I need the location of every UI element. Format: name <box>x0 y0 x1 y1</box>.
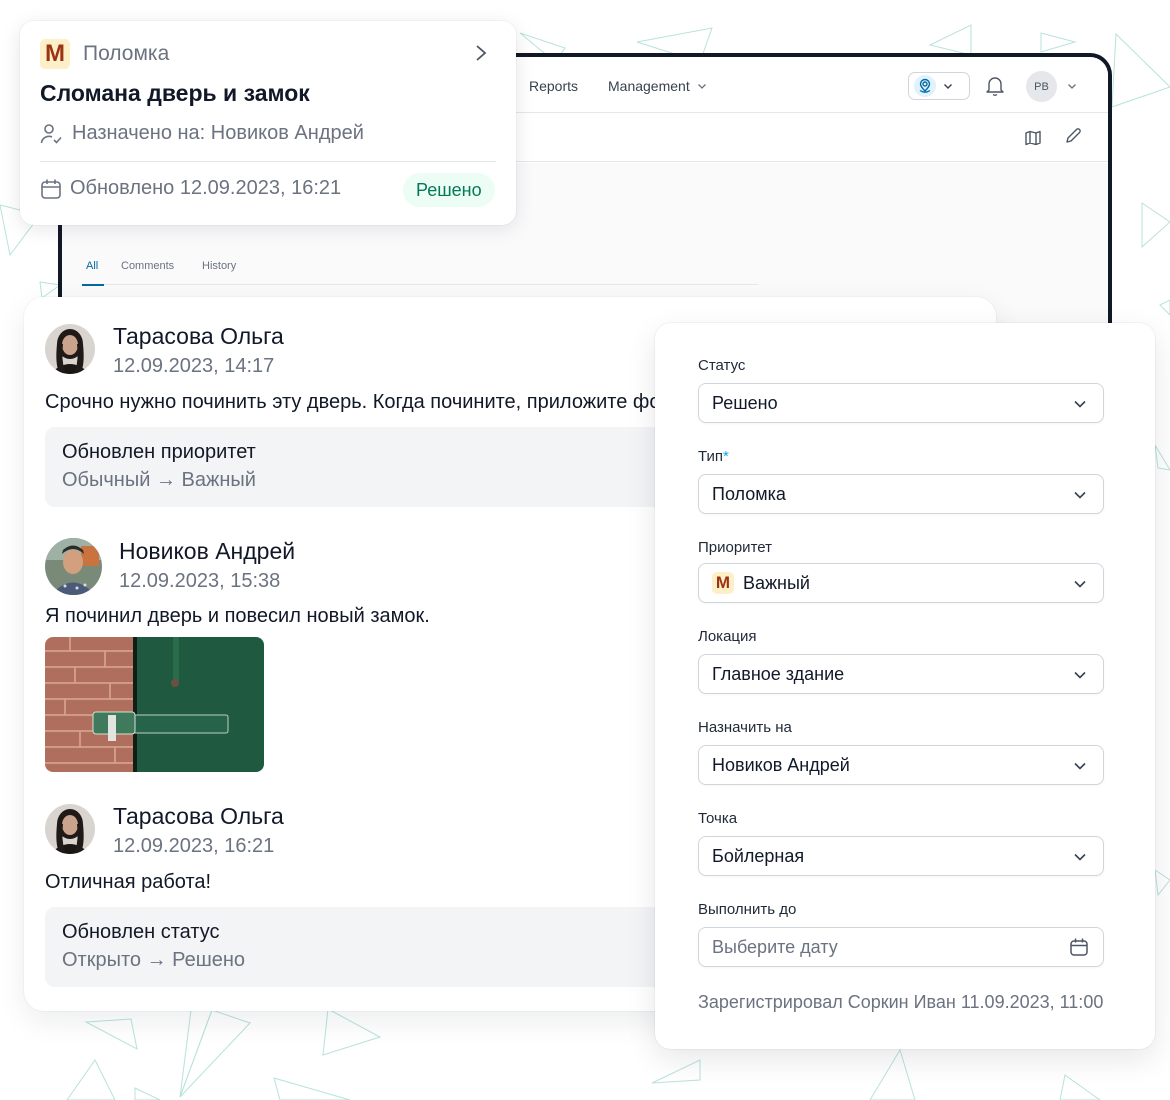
avatar <box>45 804 95 854</box>
status-label: Статус <box>698 357 746 374</box>
location-selector[interactable] <box>908 72 970 100</box>
priority-badge: M <box>40 39 70 69</box>
type-label: Тип* <box>698 448 729 465</box>
history-title: Обновлен приоритет <box>62 441 256 463</box>
comment-text: Срочно нужно починить эту дверь. Когда п… <box>45 391 681 413</box>
ticket-type: Поломка <box>83 42 170 65</box>
required-mark: * <box>723 448 729 465</box>
point-value: Бойлерная <box>712 845 805 866</box>
user-check-icon <box>40 123 62 144</box>
chevron-down-icon <box>1074 491 1086 499</box>
bell-icon[interactable] <box>985 75 1005 97</box>
assignee-label: Назначить на <box>698 719 792 736</box>
chevron-down-icon <box>1074 580 1086 588</box>
chevron-right-icon[interactable] <box>472 43 490 63</box>
priority-badge: M <box>712 572 734 594</box>
user-avatar[interactable]: PB <box>1026 71 1057 102</box>
active-tab-indicator <box>82 284 104 286</box>
comment-author: Тарасова Ольга <box>113 803 284 829</box>
chevron-down-icon <box>1074 671 1086 679</box>
history-change: Обычный → Важный <box>62 469 256 491</box>
due-date-placeholder: Выберите дату <box>712 936 838 957</box>
comment-text: Я починил дверь и повесил новый замок. <box>45 605 430 627</box>
door-lock-photo[interactable] <box>45 637 264 772</box>
ticket-updated: Обновлено 12.09.2023, 16:21 <box>40 177 341 200</box>
assignee-value: Новиков Андрей <box>712 754 850 775</box>
location-pin-icon <box>914 75 936 97</box>
ticket-details-form: Статус Решено Тип* Поломка Приоритет M В… <box>655 323 1155 1049</box>
activity-tabs: All Comments History <box>82 251 758 286</box>
ticket-card[interactable]: M Поломка Сломана дверь и замок Назначен… <box>20 21 516 225</box>
ticket-updated-text: Обновлено 12.09.2023, 16:21 <box>70 177 342 199</box>
type-label-text: Тип <box>698 448 724 465</box>
ticket-assignee: Назначено на: Новиков Андрей <box>40 122 364 145</box>
location-value: Главное здание <box>712 663 845 684</box>
chevron-down-icon <box>944 84 952 89</box>
point-select[interactable]: Бойлерная <box>698 836 1104 876</box>
ticket-title: Сломана дверь и замок <box>40 80 310 106</box>
comment-author: Новиков Андрей <box>119 538 296 564</box>
tab-comments[interactable]: Comments <box>121 260 174 272</box>
calendar-icon[interactable] <box>1069 937 1089 957</box>
pencil-icon[interactable] <box>1064 127 1082 145</box>
divider <box>40 161 496 162</box>
due-date-input[interactable]: Выберите дату <box>698 927 1104 967</box>
status-select[interactable]: Решено <box>698 383 1104 423</box>
priority-label: Приоритет <box>698 539 772 556</box>
registered-info: Зарегистрировал Соркин Иван 11.09.2023, … <box>698 992 1104 1012</box>
assignee-select[interactable]: Новиков Андрей <box>698 745 1104 785</box>
tab-all[interactable]: All <box>86 260 98 272</box>
chevron-down-icon <box>1074 853 1086 861</box>
location-label: Локация <box>698 628 757 645</box>
avatar <box>45 538 102 595</box>
due-date-label: Выполнить до <box>698 901 797 918</box>
type-value: Поломка <box>712 483 786 504</box>
history-title: Обновлен статус <box>62 921 220 943</box>
calendar-icon <box>41 179 61 199</box>
chevron-down-icon <box>1074 762 1086 770</box>
point-label: Точка <box>698 810 738 827</box>
type-select[interactable]: Поломка <box>698 474 1104 514</box>
avatar <box>45 324 95 374</box>
comment-date: 12.09.2023, 16:21 <box>113 835 275 857</box>
priority-select[interactable]: M Важный <box>698 563 1104 603</box>
comment-date: 12.09.2023, 14:17 <box>113 355 275 377</box>
status-badge: Решено <box>403 173 495 207</box>
nav-management-label: Management <box>608 78 690 94</box>
map-icon[interactable] <box>1024 129 1042 147</box>
location-select[interactable]: Главное здание <box>698 654 1104 694</box>
nav-reports[interactable]: Reports <box>529 78 578 94</box>
comment-author: Тарасова Ольга <box>113 323 284 349</box>
chevron-down-icon <box>1074 400 1086 408</box>
priority-value: Важный <box>743 572 810 593</box>
chevron-down-icon <box>697 84 706 89</box>
history-change: Открыто → Решено <box>62 949 246 971</box>
nav-management[interactable]: Management <box>608 78 708 94</box>
comment-date: 12.09.2023, 15:38 <box>119 570 281 592</box>
chevron-down-icon[interactable] <box>1066 80 1078 92</box>
comment-text: Отличная работа! <box>45 871 212 893</box>
tab-history[interactable]: History <box>202 260 236 272</box>
status-value: Решено <box>712 392 778 413</box>
ticket-assignee-text: Назначено на: Новиков Андрей <box>72 122 364 144</box>
